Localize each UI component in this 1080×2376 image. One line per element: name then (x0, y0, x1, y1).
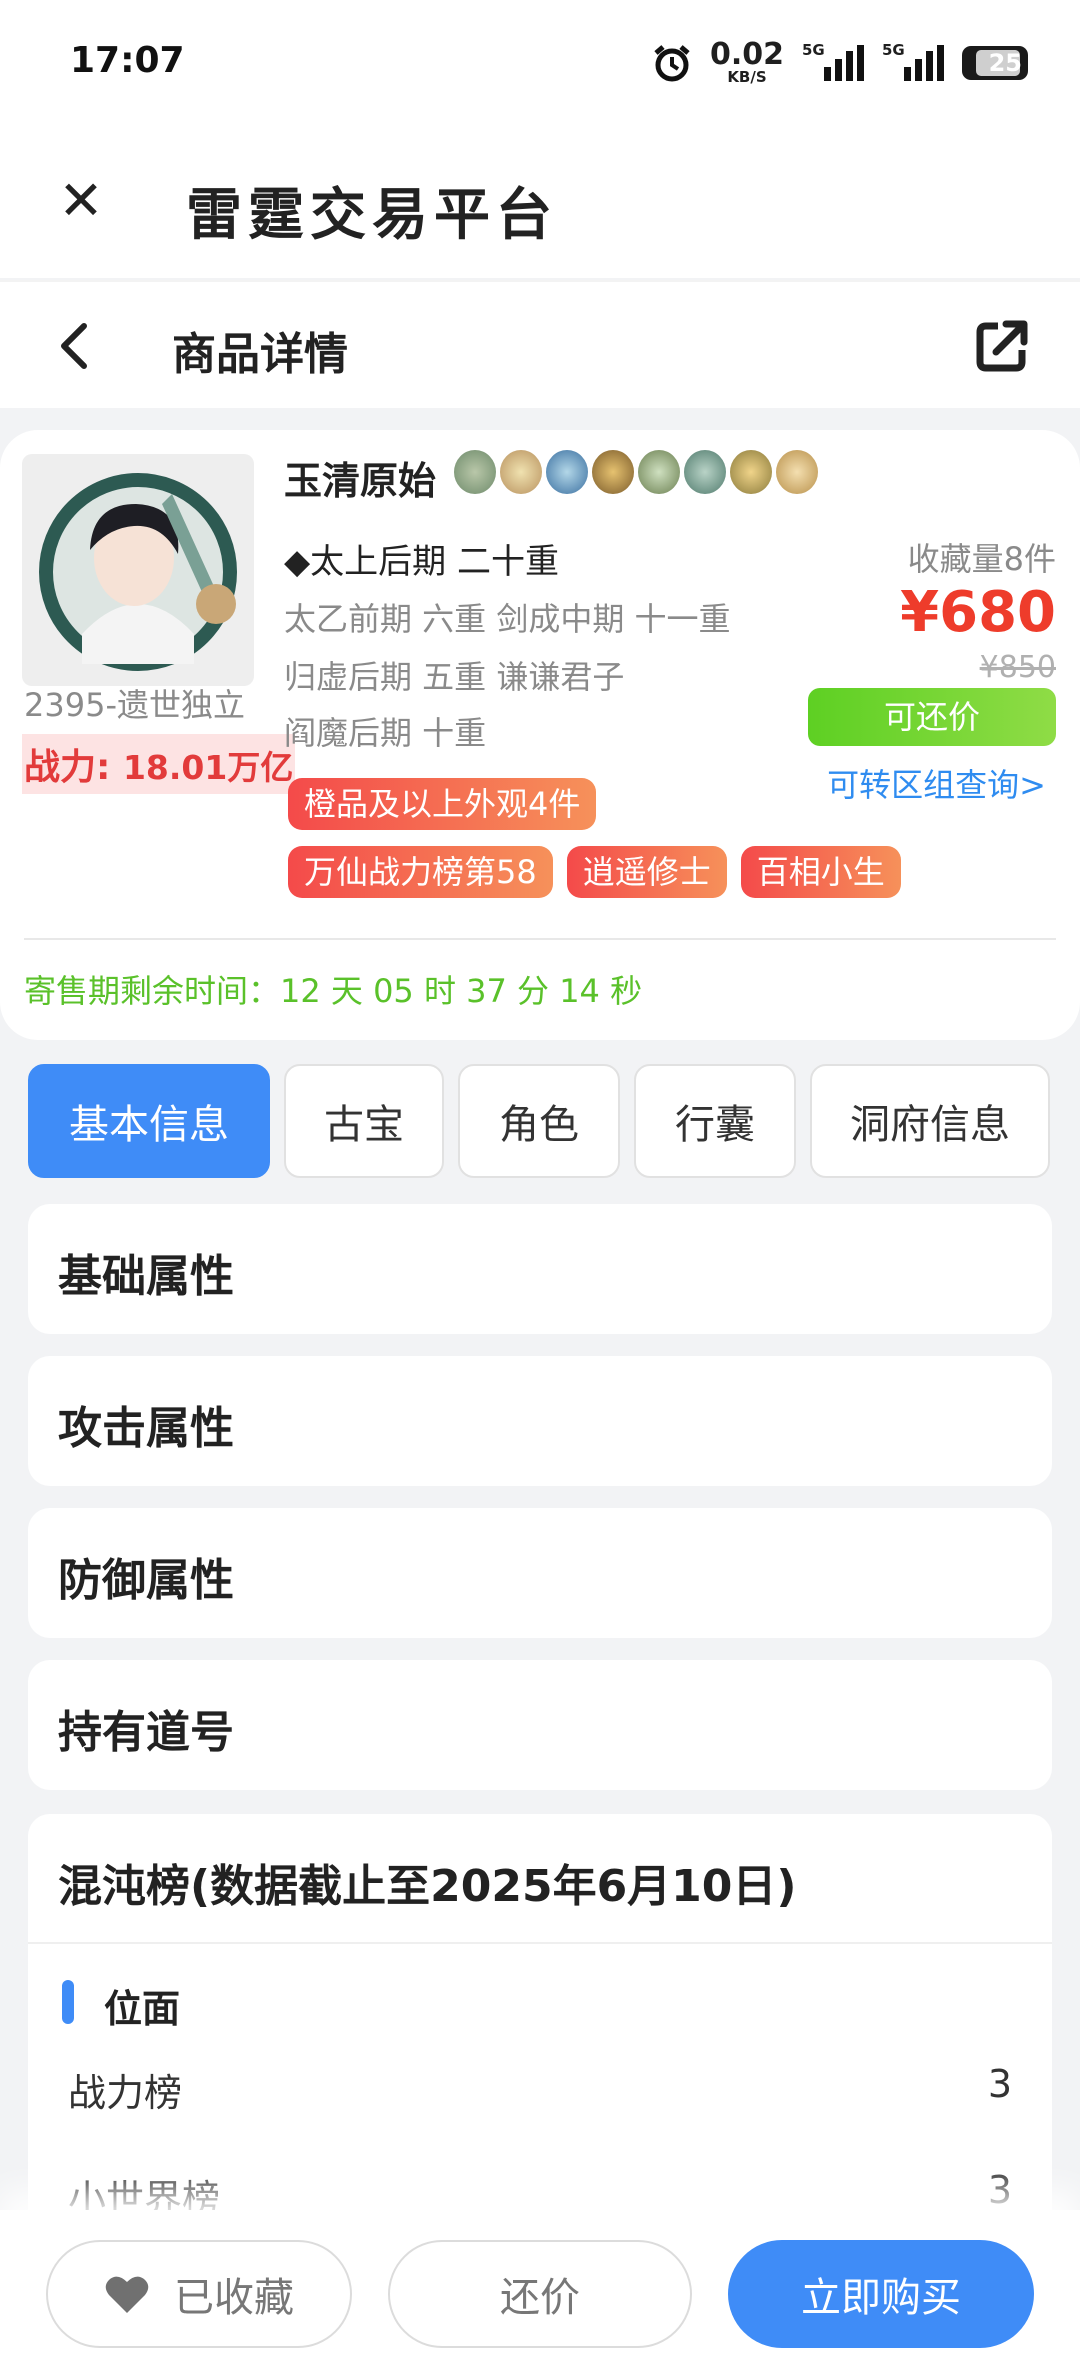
divider (28, 1942, 1052, 1944)
section-defense-attributes[interactable]: 防御属性 (28, 1508, 1052, 1638)
section-title: 防御属性 (58, 1555, 234, 1606)
appearance-tag: 橙品及以上外观4件 (288, 778, 597, 830)
relic-icon (500, 450, 542, 494)
subtitle-marker (62, 1980, 74, 2024)
tag-row: 橙品及以上外观4件 (288, 778, 597, 830)
buy-now-button[interactable]: 立即购买 (728, 2240, 1034, 2348)
original-price: ¥850 (979, 650, 1056, 685)
consignment-countdown: 寄售期剩余时间：12 天 05 时 37 分 14 秒 (24, 972, 643, 1010)
region-transfer-link[interactable]: 可转区组查询> (827, 760, 1046, 806)
favorite-button[interactable]: 已收藏 (46, 2240, 352, 2348)
bottom-action-bar: 已收藏 还价 立即购买 (0, 2210, 1080, 2376)
back-icon[interactable] (54, 318, 94, 384)
signal-icon: 5G (882, 41, 944, 81)
section-basic-attributes[interactable]: 基础属性 (28, 1204, 1052, 1334)
relic-icon (454, 450, 496, 494)
favorite-count: 收藏量8件 (907, 540, 1056, 578)
product-card[interactable]: 2395-遗世独立 战力: 18.01万亿 玉清原始 ◆太上后期 二十重 太乙前… (0, 430, 1080, 1040)
app-title: 雷霆交易平台 (186, 183, 558, 248)
network-speed: 0.02 KB/S (709, 37, 784, 86)
seller-name: 2395-遗世独立 (24, 686, 245, 724)
relic-icon (592, 450, 634, 494)
detail-tabs: 基本信息 古宝 角色 行囊 洞府信息 (28, 1064, 1050, 1178)
tab-basic-info[interactable]: 基本信息 (28, 1064, 270, 1178)
page-nav-bar: 商品详情 (0, 280, 1080, 408)
section-title: 攻击属性 (58, 1403, 234, 1454)
alarm-icon (654, 44, 690, 81)
ranking-subtitle: 位面 (104, 1987, 181, 2031)
tab-characters[interactable]: 角色 (458, 1064, 620, 1178)
divider (24, 938, 1056, 940)
realm-line: 阎魔后期 十重 (284, 714, 487, 752)
relic-icon (684, 450, 726, 494)
app-title-bar: ✕ 雷霆交易平台 (0, 128, 1080, 278)
bargain-button[interactable]: 还价 (388, 2240, 692, 2348)
ranking-row: 战力榜 3 (68, 2062, 1012, 2117)
section-title: 持有道号 (58, 1707, 234, 1758)
status-bar: 17:07 0.02 KB/S 5G 5G 25 (0, 0, 1080, 128)
ranking-row-value: 3 (987, 2168, 1012, 2212)
tab-cave-info[interactable]: 洞府信息 (810, 1064, 1050, 1178)
ranking-title: 混沌榜(数据截止至2025年6月10日) (58, 1861, 797, 1912)
section-attack-attributes[interactable]: 攻击属性 (28, 1356, 1052, 1486)
relic-icon (546, 450, 588, 494)
close-icon[interactable]: ✕ (56, 174, 106, 228)
share-icon[interactable] (972, 316, 1032, 376)
signal-icon: 5G (802, 41, 864, 81)
relic-icon (776, 450, 818, 494)
realm-line: 归虚后期 五重 谦谦君子 (284, 658, 625, 696)
tab-relics[interactable]: 古宝 (284, 1064, 444, 1178)
battery-icon: 25 (962, 45, 1028, 80)
ranking-tag: 万仙战力榜第58 (288, 846, 553, 898)
realm-line: 太乙前期 六重 剑成中期 十一重 (284, 600, 731, 638)
section-titles-held[interactable]: 持有道号 (28, 1660, 1052, 1790)
character-avatar[interactable] (22, 454, 254, 686)
combat-power: 战力: 18.01万亿 (22, 734, 296, 794)
favorite-label: 已收藏 (174, 2275, 294, 2321)
character-name: 玉清原始 (284, 459, 437, 503)
title-tag: 逍遥修士 (566, 846, 727, 898)
tab-bag[interactable]: 行囊 (634, 1064, 796, 1178)
title-tag: 百相小生 (740, 846, 901, 898)
relic-icon (638, 450, 680, 494)
relic-icons (454, 450, 818, 494)
ranking-row-value: 3 (987, 2062, 1012, 2106)
status-time: 17:07 (70, 40, 185, 81)
price: ¥680 (900, 580, 1056, 645)
status-icons: 0.02 KB/S 5G 5G 25 (652, 40, 1028, 85)
heart-icon (105, 2276, 149, 2313)
tag-row: 万仙战力榜第58 逍遥修士 百相小生 (288, 846, 901, 898)
page-title: 商品详情 (172, 329, 348, 380)
ranking-row-label: 战力榜 (68, 2071, 183, 2115)
counter-offer-badge[interactable]: 可还价 (808, 688, 1056, 746)
section-title: 基础属性 (58, 1251, 234, 1302)
realm-main: ◆太上后期 二十重 (284, 542, 559, 582)
relic-icon (730, 450, 772, 494)
